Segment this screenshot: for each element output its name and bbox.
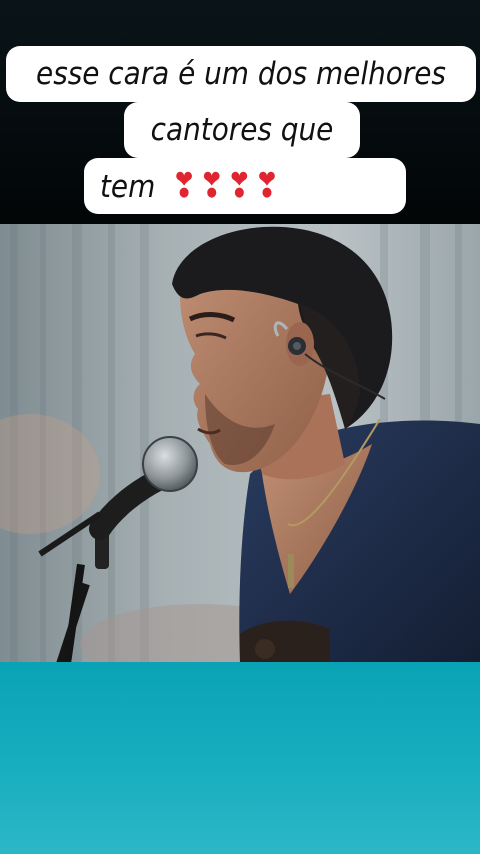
- bottom-color-panel: [0, 662, 480, 854]
- heart-emoji-icon: ❣❣❣❣: [171, 166, 282, 206]
- caption-line-3: tem ❣❣❣❣: [84, 158, 406, 214]
- singer-image: [0, 224, 480, 664]
- caption-line-2: cantores que: [124, 102, 360, 158]
- caption-line-1: esse cara é um dos melhores: [6, 46, 476, 102]
- video-post-screen: esse cara é um dos melhores cantores que…: [0, 0, 480, 854]
- caption-line-3-text: tem: [100, 169, 156, 205]
- video-frame[interactable]: [0, 224, 480, 664]
